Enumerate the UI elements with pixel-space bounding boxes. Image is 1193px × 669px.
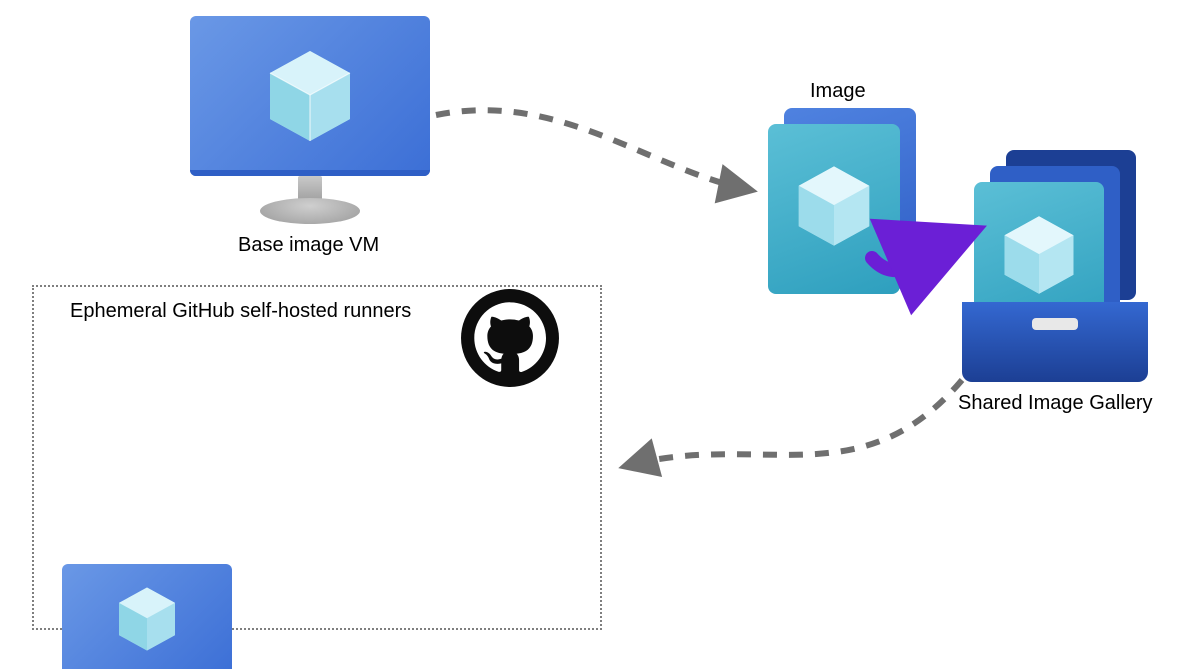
edge-basevm-image bbox=[436, 110, 750, 190]
image-label: Image bbox=[810, 80, 866, 103]
github-icon bbox=[460, 288, 560, 388]
runners-title: Ephemeral GitHub self-hosted runners bbox=[70, 300, 411, 323]
image-card-icon bbox=[762, 108, 942, 308]
gallery-drawer-icon bbox=[962, 150, 1162, 410]
runner-vm-1-icon bbox=[62, 564, 232, 669]
edge-gallery-runners bbox=[626, 380, 962, 466]
base-vm-label: Base image VM bbox=[238, 234, 379, 257]
base-vm-icon bbox=[190, 16, 430, 226]
gallery-label: Shared Image Gallery bbox=[958, 392, 1153, 415]
